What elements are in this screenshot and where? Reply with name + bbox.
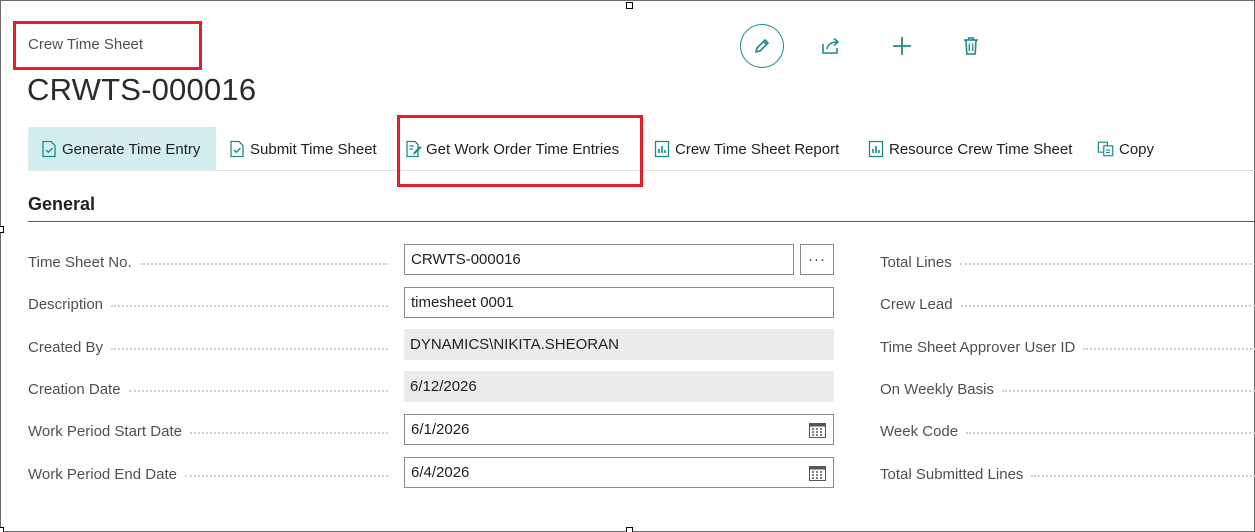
new-button[interactable]: [888, 32, 916, 60]
leader-dots: [1083, 348, 1255, 350]
leader-dots: [111, 305, 388, 307]
selection-handle-top: [626, 2, 633, 9]
resource-crew-time-sheet-action[interactable]: Resource Crew Time Sheet: [867, 127, 1072, 171]
leader-dots: [1001, 390, 1255, 392]
report-icon: [653, 140, 671, 158]
section-title-general[interactable]: General: [28, 194, 95, 215]
field-label-total-lines: Total Lines: [880, 252, 1255, 272]
field-label-description: Description: [28, 294, 388, 314]
document-check-icon: [228, 140, 246, 158]
document-check-icon: [40, 140, 58, 158]
copy-label: Copy: [1119, 140, 1155, 158]
field-label-approver-user-id: Time Sheet Approver User ID: [880, 337, 1255, 357]
crew-time-sheet-report-label: Crew Time Sheet Report: [675, 140, 840, 158]
field-label-text: Work Period End Date: [28, 465, 185, 483]
edit-button[interactable]: [740, 24, 784, 68]
field-label-text: Work Period Start Date: [28, 422, 190, 440]
field-label-creation-date: Creation Date: [28, 379, 388, 399]
submit-time-sheet-label: Submit Time Sheet: [250, 140, 377, 158]
time-sheet-no-field[interactable]: CRWTS-000016: [404, 244, 794, 275]
field-value: DYNAMICS\NIKITA.SHEORAN: [410, 336, 619, 353]
calendar-icon[interactable]: [809, 422, 826, 438]
field-value: 6/12/2026: [410, 378, 477, 395]
leader-dots: [966, 432, 1255, 434]
resource-crew-time-sheet-label: Resource Crew Time Sheet: [889, 140, 1073, 158]
copy-icon: [1097, 140, 1115, 158]
field-value: 6/1/2026: [411, 421, 470, 438]
leader-dots: [184, 475, 388, 477]
delete-button[interactable]: [957, 32, 985, 60]
field-label-created-by: Created By: [28, 337, 388, 357]
copy-action[interactable]: Copy: [1097, 127, 1154, 171]
selection-handle-left: [0, 226, 4, 233]
field-label-crew-lead: Crew Lead: [880, 294, 1255, 314]
creation-date-field: 6/12/2026: [404, 371, 834, 402]
section-divider: [28, 221, 1255, 222]
field-label-total-submitted-lines: Total Submitted Lines: [880, 464, 1255, 484]
crew-time-sheet-report-action[interactable]: Crew Time Sheet Report: [653, 127, 839, 171]
leader-dots: [139, 263, 388, 265]
generate-time-entry-label: Generate Time Entry: [62, 140, 201, 158]
field-label-on-weekly-basis: On Weekly Basis: [880, 379, 1255, 399]
annotation-highlight-caption: [13, 21, 202, 70]
leader-dots: [1031, 475, 1255, 477]
field-label-text: Time Sheet No.: [28, 253, 140, 271]
selection-handle-bottom: [626, 527, 633, 532]
leader-dots: [111, 348, 388, 350]
field-label-text: Week Code: [880, 422, 959, 440]
report-icon: [867, 140, 885, 158]
work-period-end-date-field[interactable]: 6/4/2026: [404, 457, 834, 488]
trash-icon: [964, 37, 978, 55]
time-sheet-no-lookup-button[interactable]: ···: [800, 244, 834, 275]
field-value: timesheet 0001: [411, 294, 514, 311]
generate-time-entry-action[interactable]: Generate Time Entry: [28, 127, 216, 171]
created-by-field: DYNAMICS\NIKITA.SHEORAN: [404, 329, 834, 360]
calendar-icon[interactable]: [809, 465, 826, 481]
field-label-time-sheet-no: Time Sheet No.: [28, 252, 388, 272]
record-title: CRWTS-000016: [27, 72, 257, 107]
field-value: CRWTS-000016: [411, 251, 521, 268]
field-label-text: Total Submitted Lines: [880, 465, 1024, 483]
field-label-text: Description: [28, 295, 112, 313]
selection-handle-corner: [0, 527, 4, 532]
field-value: 6/4/2026: [411, 464, 470, 481]
share-icon: [822, 37, 839, 54]
field-label-work-period-end-date: Work Period End Date: [28, 464, 388, 484]
annotation-highlight-get-work-order-time-entries: [397, 115, 643, 187]
plus-icon: [893, 37, 911, 55]
leader-dots: [960, 305, 1255, 307]
field-label-text: On Weekly Basis: [880, 380, 994, 398]
description-field[interactable]: timesheet 0001: [404, 287, 834, 318]
field-label-text: Total Lines: [880, 253, 952, 271]
work-period-start-date-field[interactable]: 6/1/2026: [404, 414, 834, 445]
field-label-text: Creation Date: [28, 380, 129, 398]
submit-time-sheet-action[interactable]: Submit Time Sheet: [228, 127, 377, 171]
share-button[interactable]: [817, 32, 845, 60]
leader-dots: [128, 390, 388, 392]
leader-dots: [959, 263, 1255, 265]
field-label-text: Crew Lead: [880, 295, 953, 313]
field-label-work-period-start-date: Work Period Start Date: [28, 421, 388, 441]
field-label-week-code: Week Code: [880, 421, 1255, 441]
pencil-icon: [755, 39, 769, 53]
field-label-text: Created By: [28, 338, 112, 356]
leader-dots: [189, 432, 388, 434]
field-label-text: Time Sheet Approver User ID: [880, 338, 1076, 356]
